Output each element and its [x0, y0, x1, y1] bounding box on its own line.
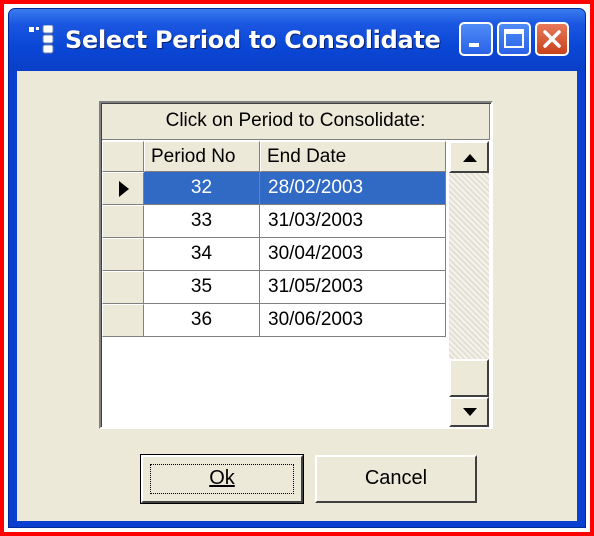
cancel-button-label: Cancel	[364, 467, 428, 489]
current-row-arrow-icon	[119, 181, 129, 197]
end-date-cell[interactable]: 30/06/2003	[260, 304, 446, 337]
grid-caption: Click on Period to Consolidate:	[102, 104, 490, 140]
maximize-button[interactable]	[497, 22, 531, 56]
table-row[interactable]: 33 31/03/2003	[102, 205, 446, 238]
period-no-cell[interactable]: 32	[144, 172, 260, 205]
row-selector[interactable]	[102, 271, 144, 304]
end-date-cell[interactable]: 31/03/2003	[260, 205, 446, 238]
close-button[interactable]	[535, 22, 569, 56]
dialog-window: Select Period to Consolidate Click on Pe…	[8, 8, 586, 528]
table-row[interactable]: 34 30/04/2003	[102, 238, 446, 271]
dialog-client-area: Click on Period to Consolidate: Period N…	[17, 71, 577, 521]
row-selector[interactable]	[102, 238, 144, 271]
period-no-cell[interactable]: 33	[144, 205, 260, 238]
scroll-up-button[interactable]	[449, 141, 489, 173]
minimize-icon	[469, 43, 479, 47]
column-header-end-date[interactable]: End Date	[260, 141, 446, 172]
table-row[interactable]: 36 30/06/2003	[102, 304, 446, 337]
scroll-thumb[interactable]	[449, 359, 489, 397]
ok-button[interactable]: Ok	[140, 454, 304, 504]
column-header-period-no[interactable]: Period No	[144, 141, 260, 172]
period-no-cell[interactable]: 36	[144, 304, 260, 337]
maximize-icon	[504, 29, 524, 48]
row-selector[interactable]	[102, 304, 144, 337]
table-row[interactable]: 32 28/02/2003	[102, 172, 446, 205]
arrow-down-icon	[463, 408, 477, 416]
cancel-button[interactable]: Cancel	[315, 455, 477, 503]
minimize-button[interactable]	[459, 22, 493, 56]
row-selector-header	[102, 141, 144, 172]
period-no-cell[interactable]: 34	[144, 238, 260, 271]
period-no-cell[interactable]: 35	[144, 271, 260, 304]
end-date-cell[interactable]: 28/02/2003	[260, 172, 446, 205]
vertical-scrollbar[interactable]	[449, 141, 489, 427]
row-selector[interactable]	[102, 172, 144, 205]
end-date-cell[interactable]: 30/04/2003	[260, 238, 446, 271]
arrow-up-icon	[463, 154, 477, 162]
close-icon	[543, 30, 561, 48]
end-date-cell[interactable]: 31/05/2003	[260, 271, 446, 304]
title-bar[interactable]: Select Period to Consolidate	[9, 9, 585, 71]
period-grid[interactable]: Click on Period to Consolidate: Period N…	[99, 101, 493, 429]
ok-button-label: Ok	[209, 467, 235, 489]
window-title: Select Period to Consolidate	[65, 26, 441, 54]
app-icon	[29, 25, 54, 54]
row-selector[interactable]	[102, 205, 144, 238]
table-row[interactable]: 35 31/05/2003	[102, 271, 446, 304]
scroll-down-button[interactable]	[449, 397, 489, 427]
